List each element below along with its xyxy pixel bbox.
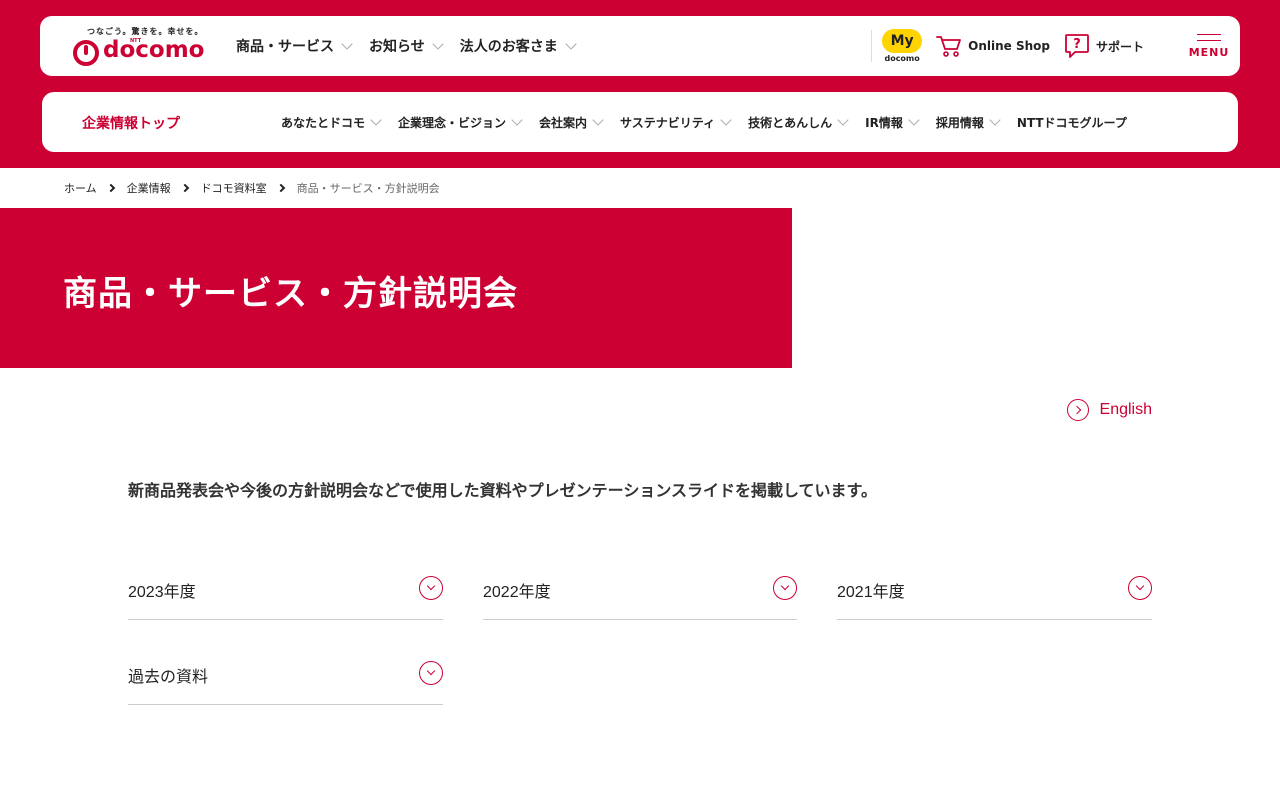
gnav-label: 法人のお客さま [459,39,558,55]
breadcrumb-current: 商品・サービス・方針説明会 [296,182,440,195]
chevron-right-icon [276,183,285,193]
corp-nav-label: 会社案内 [539,115,588,130]
global-header: つなごう。驚きを。幸せを。 NTT docomo 商品・サービス お知らせ 法人… [40,16,1240,76]
breadcrumb-corporate[interactable]: 企業情報 [127,180,171,196]
my-docomo-badge: My [882,29,923,53]
circle-chevron-down-icon [419,661,443,685]
support-question-icon: ? [1065,34,1089,58]
circle-chevron-down-icon [419,576,443,600]
logo-tagline: つなごう。驚きを。幸せを。 [87,27,204,36]
accordion-2023[interactable]: 2023年度 [128,576,443,620]
corp-nav-sustainability[interactable]: サステナビリティ [620,113,732,131]
chevron-down-icon [989,113,1001,126]
corp-nav-philosophy[interactable]: 企業理念・ビジョン [398,113,523,131]
chevron-down-icon [592,113,604,126]
chevron-down-icon [837,113,849,126]
corp-nav-technology[interactable]: 技術とあんしん [748,113,849,131]
chevron-down-icon [432,37,444,50]
support-link[interactable]: ? サポート [1064,33,1144,59]
cart-icon [936,36,962,57]
corporate-top-link[interactable]: 企業情報トップ [82,113,180,133]
corp-nav-label: 技術とあんしん [748,115,833,130]
gnav-news[interactable]: お知らせ [369,36,444,56]
online-shop-label: Online Shop [968,39,1050,53]
chevron-down-icon [511,113,523,126]
corp-nav-label: サステナビリティ [620,115,716,130]
corp-nav-label: あなたとドコモ [281,115,366,130]
gnav-label: 商品・サービス [236,39,334,55]
corp-nav-label: 採用情報 [935,115,984,130]
docomo-logo[interactable]: つなごう。驚きを。幸せを。 NTT docomo [73,26,205,70]
logo-ring-icon [73,40,99,66]
circle-chevron-down-icon [1128,576,1152,600]
breadcrumb-home[interactable]: ホーム [64,180,97,196]
corporate-nav: 企業情報トップ あなたとドコモ 企業理念・ビジョン 会社案内 サステナビリティ … [42,92,1238,152]
corp-nav-company[interactable]: 会社案内 [539,113,604,131]
utility-links: My docomo Online Shop ? サポート MENU [871,16,1240,76]
corp-nav-recruit[interactable]: 採用情報 [935,113,1001,131]
menu-label: MENU [1188,45,1230,59]
gnav-products[interactable]: 商品・サービス [236,36,353,56]
accordion-label: 2023年度 [128,584,196,601]
english-label: English [1099,401,1152,418]
breadcrumb: ホーム 企業情報 ドコモ資料室 商品・サービス・方針説明会 [64,180,440,196]
chevron-down-icon [565,37,577,50]
accordion-2021[interactable]: 2021年度 [837,576,1152,620]
corp-nav-label: 企業理念・ビジョン [398,115,507,130]
corp-nav-ir[interactable]: IR情報 [865,113,920,131]
menu-button[interactable]: MENU [1180,33,1238,59]
chevron-right-icon [106,183,115,193]
corp-nav-label: IR情報 [865,115,903,130]
divider [871,30,873,62]
corporate-nav-items: あなたとドコモ 企業理念・ビジョン 会社案内 サステナビリティ 技術とあんしん … [281,92,1145,152]
page-title: 商品・サービス・方針説明会 [63,274,518,314]
breadcrumb-library[interactable]: ドコモ資料室 [201,180,267,196]
chevron-down-icon [341,37,353,50]
corp-nav-group[interactable]: NTTドコモグループ [1017,114,1127,131]
circle-arrow-icon [1066,399,1089,421]
gnav-label: お知らせ [369,39,425,55]
chevron-down-icon [908,113,920,126]
corp-nav-label: NTTドコモグループ [1016,115,1127,130]
accordion-label: 過去の資料 [128,669,209,686]
page-hero: 商品・サービス・方針説明会 [0,208,792,368]
circle-chevron-down-icon [773,576,797,600]
accordion-2022[interactable]: 2022年度 [483,576,797,620]
english-link[interactable]: English [1066,399,1152,421]
gnav-business[interactable]: 法人のお客さま [459,36,577,56]
global-nav: 商品・サービス お知らせ 法人のお客さま [236,16,593,76]
menu-icon [1197,33,1221,41]
corp-nav-you-and-docomo[interactable]: あなたとドコモ [281,113,382,131]
intro-text: 新商品発表会や今後の方針説明会などで使用した資料やプレゼンテーションスライドを掲… [128,481,877,500]
my-docomo-sub: docomo [884,54,920,63]
support-label: サポート [1095,39,1144,54]
chevron-right-icon [180,183,189,193]
chevron-down-icon [370,113,382,126]
svg-text:?: ? [1073,37,1081,52]
my-docomo-link[interactable]: My docomo [882,29,923,63]
online-shop-link[interactable]: Online Shop [936,34,1050,58]
accordion-past[interactable]: 過去の資料 [128,661,443,705]
logo-wordmark: docomo [103,37,205,63]
chevron-down-icon [720,113,732,126]
accordion-label: 2021年度 [837,584,905,601]
accordion-label: 2022年度 [483,584,551,601]
